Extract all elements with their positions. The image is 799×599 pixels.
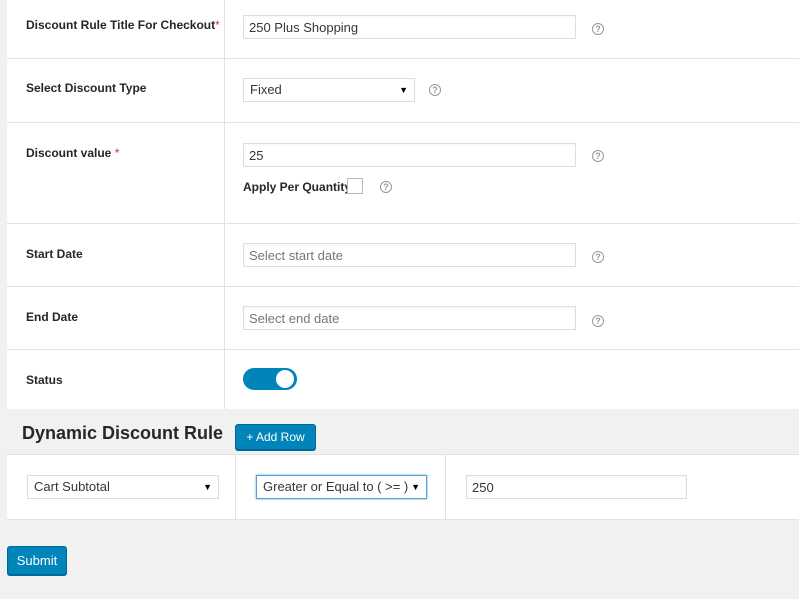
condition-cell: Cart Subtotal ▼ [7, 455, 236, 519]
amount-cell [446, 455, 799, 519]
operator-value: Greater or Equal to ( >= ) [263, 479, 409, 494]
operator-cell: Greater or Equal to ( >= ) ▼ [236, 455, 446, 519]
discount-type-select[interactable]: Fixed ▼ [243, 78, 415, 102]
discount-type-value: Fixed [250, 82, 282, 97]
end-date-input[interactable] [243, 306, 576, 330]
start-date-label: Start Date [26, 247, 83, 261]
status-toggle[interactable] [243, 368, 297, 390]
type-field-cell: Fixed ▼ ? [225, 59, 799, 122]
end-date-field-cell: ? [225, 287, 799, 349]
help-icon[interactable]: ? [380, 181, 392, 193]
apply-per-quantity-label: Apply Per Quantity [243, 180, 352, 194]
start-date-field-cell: ? [225, 224, 799, 286]
help-icon[interactable]: ? [429, 84, 441, 96]
required-mark: * [114, 146, 120, 160]
amount-input[interactable] [466, 475, 687, 499]
type-label: Select Discount Type [26, 81, 147, 95]
operator-select[interactable]: Greater or Equal to ( >= ) ▼ [256, 475, 427, 499]
discount-form-table: Discount Rule Title For Checkout* ? Sele… [7, 0, 799, 409]
status-row: Status [7, 350, 799, 409]
status-label-cell: Status [7, 350, 225, 409]
help-icon[interactable]: ? [592, 315, 604, 327]
help-icon[interactable]: ? [592, 150, 604, 162]
title-label-cell: Discount Rule Title For Checkout* [7, 0, 225, 58]
apply-per-quantity-checkbox[interactable] [347, 178, 363, 194]
end-date-label: End Date [26, 310, 79, 324]
title-field-cell: ? [225, 0, 799, 58]
title-label: Discount Rule Title For Checkout* [26, 18, 220, 32]
value-label-cell: Discount value * [7, 123, 225, 223]
status-field-cell [225, 350, 799, 409]
chevron-down-icon: ▼ [411, 482, 420, 492]
value-label: Discount value * [26, 146, 120, 160]
end-date-label-cell: End Date [7, 287, 225, 349]
chevron-down-icon: ▼ [203, 482, 212, 492]
title-input[interactable] [243, 15, 576, 39]
add-row-button[interactable]: + Add Row [235, 424, 316, 450]
value-row: Discount value * ? Apply Per Quantity ? [7, 123, 799, 224]
dynamic-rule-row: Cart Subtotal ▼ Greater or Equal to ( >=… [7, 454, 799, 520]
start-date-label-cell: Start Date [7, 224, 225, 286]
toggle-knob [276, 370, 294, 388]
chevron-down-icon: ▼ [399, 85, 408, 95]
type-label-cell: Select Discount Type [7, 59, 225, 122]
end-date-row: End Date ? [7, 287, 799, 350]
title-row: Discount Rule Title For Checkout* ? [7, 0, 799, 59]
required-mark: * [215, 18, 220, 32]
condition-value: Cart Subtotal [34, 479, 110, 494]
help-icon[interactable]: ? [592, 23, 604, 35]
submit-button[interactable]: Submit [7, 546, 67, 575]
start-date-input[interactable] [243, 243, 576, 267]
type-row: Select Discount Type Fixed ▼ ? [7, 59, 799, 123]
help-icon[interactable]: ? [592, 251, 604, 263]
discount-value-input[interactable] [243, 143, 576, 167]
dynamic-rule-title: Dynamic Discount Rule [22, 423, 224, 443]
start-date-row: Start Date ? [7, 224, 799, 287]
value-field-cell: ? Apply Per Quantity ? [225, 123, 799, 223]
condition-select[interactable]: Cart Subtotal ▼ [27, 475, 219, 499]
status-label: Status [26, 373, 63, 387]
